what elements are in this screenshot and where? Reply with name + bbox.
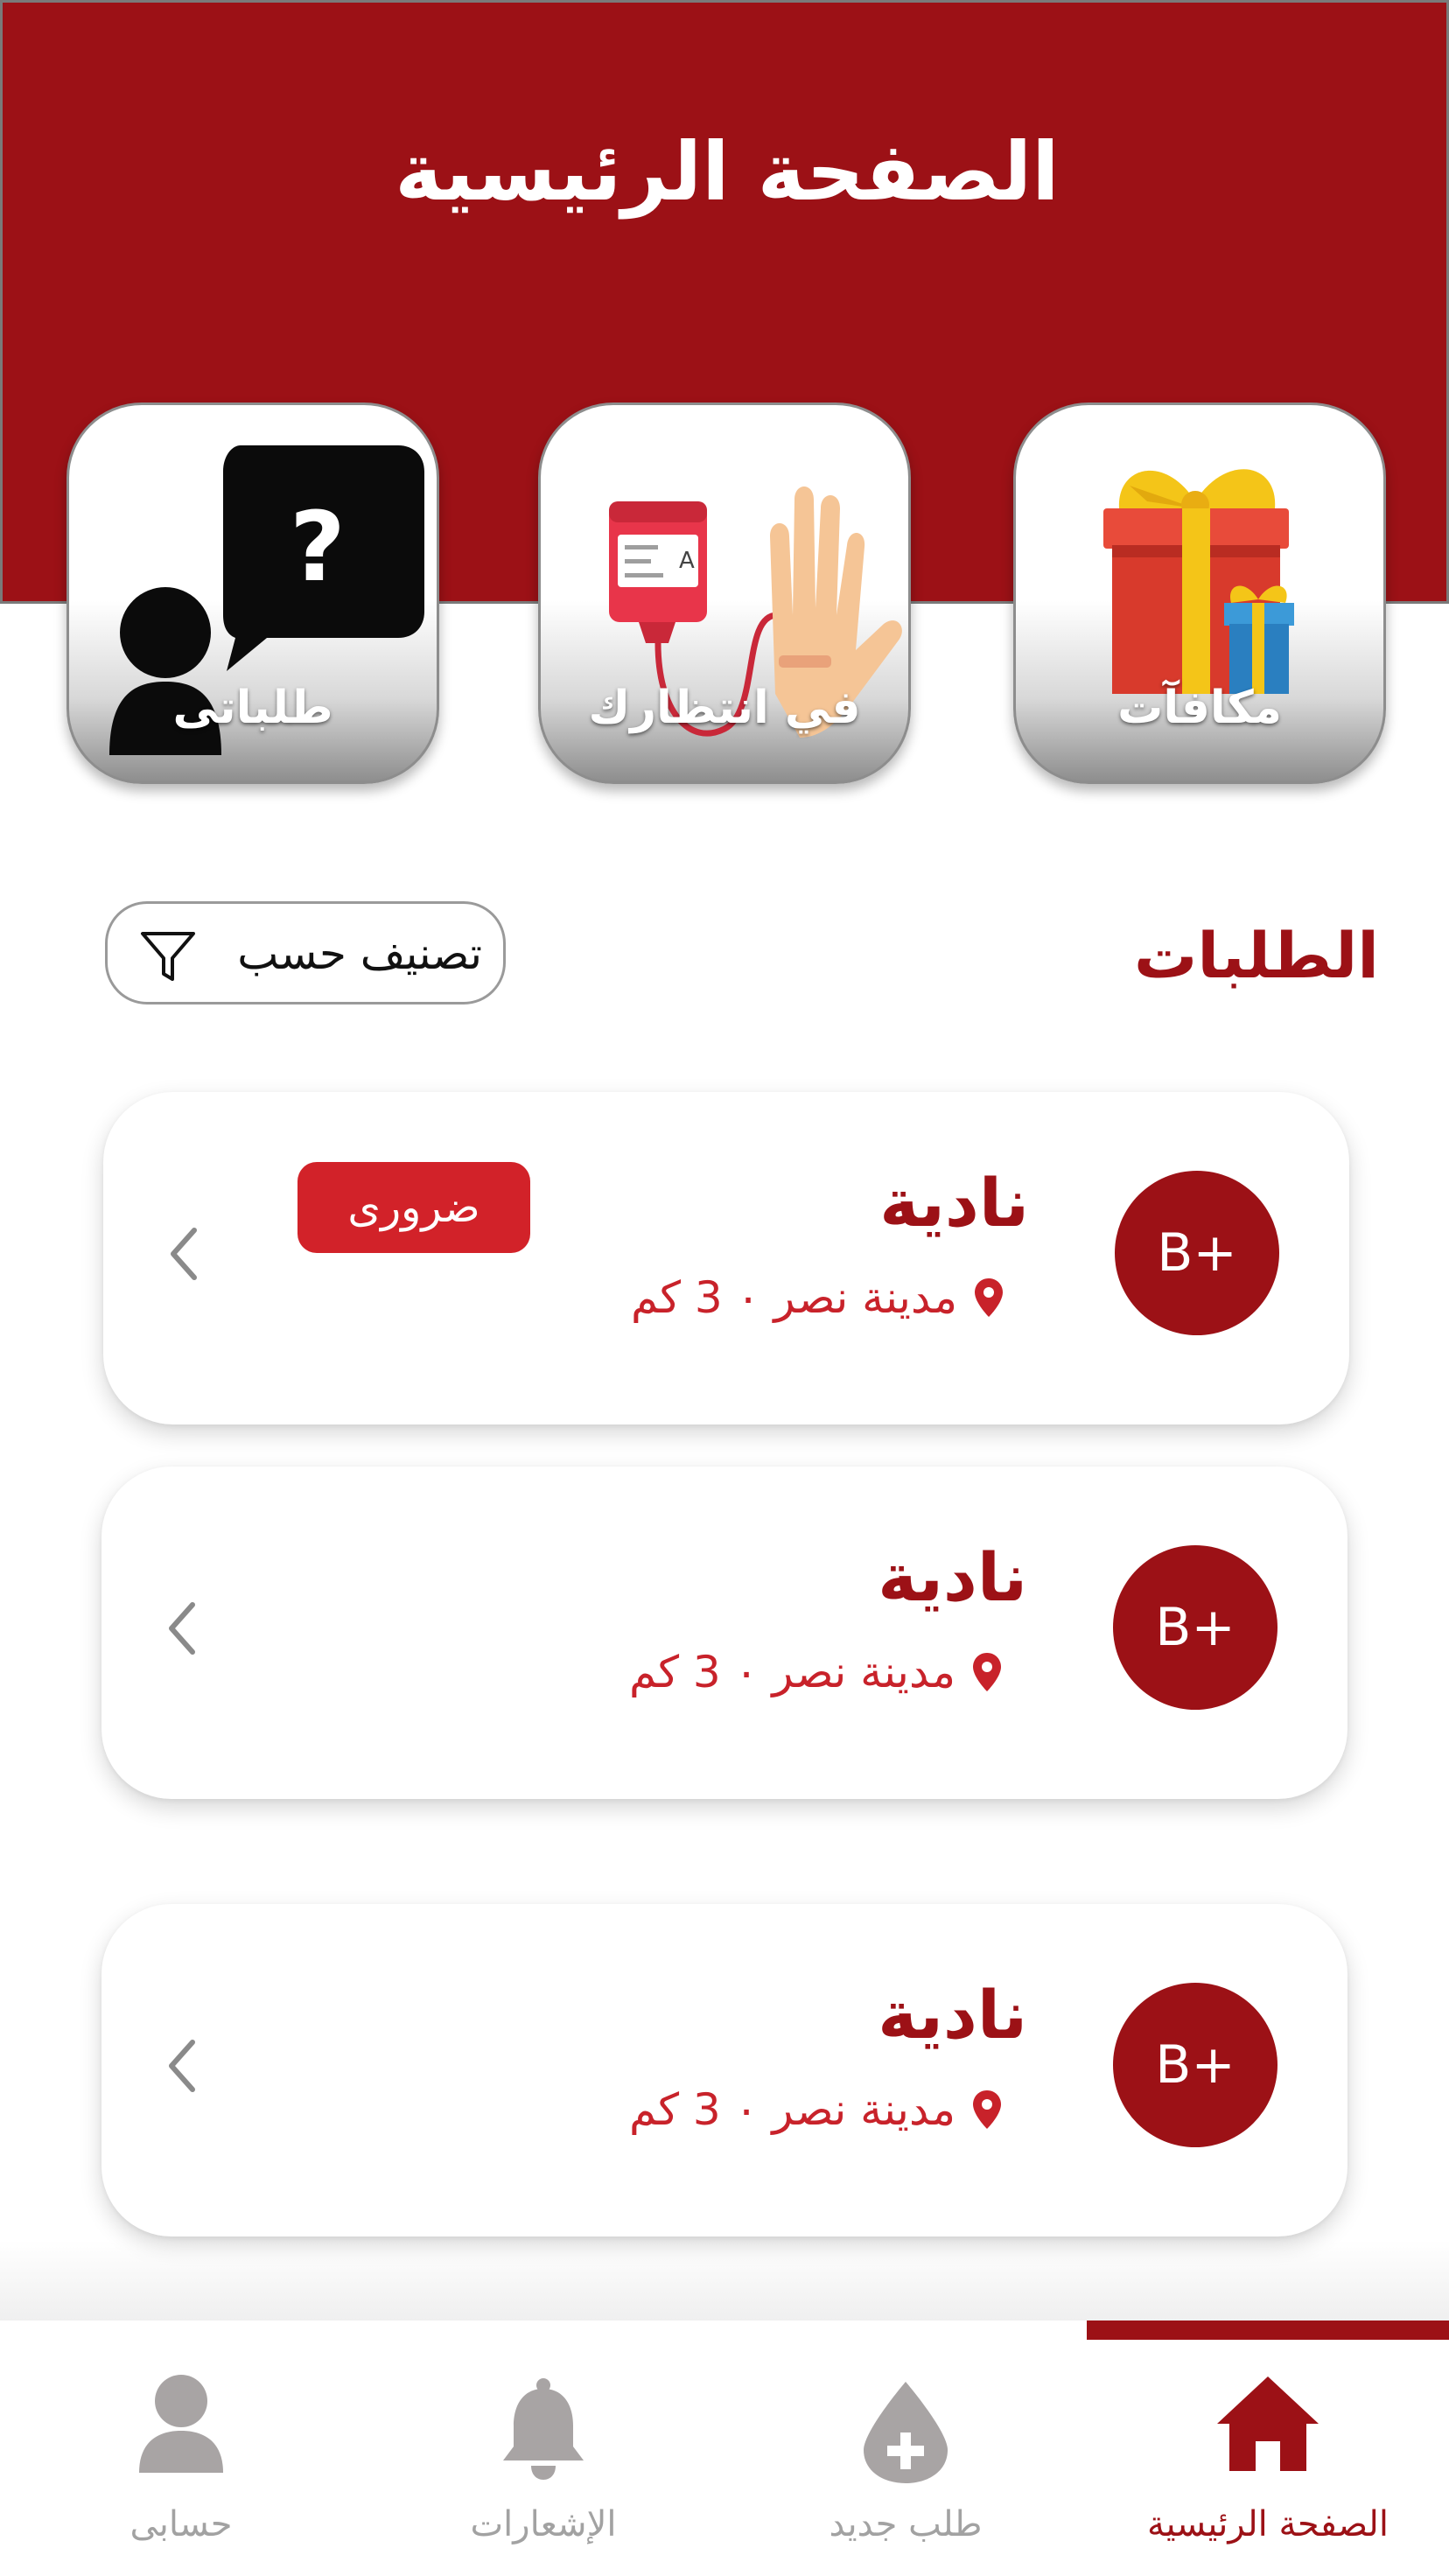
nav-label-new-request: طلب جديد [829,2504,983,2544]
chevron-left-icon[interactable] [166,1223,201,1284]
blood-type-badge: B+ [1113,1545,1278,1710]
home-icon [1217,2376,1319,2471]
nav-item-home[interactable]: الصفحة الرئيسية [1087,2320,1449,2576]
location-pin-icon [973,1653,1001,1691]
request-card[interactable]: B+ نادية مدينة نصر ٠ 3 كم ضرورى [103,1092,1349,1424]
tile-my-requests-label: طلباتى [172,682,333,734]
tile-rewards-label: مكافآت [1117,682,1282,734]
filter-icon [141,932,195,981]
user-icon [139,2375,223,2473]
requests-section-title: الطلبات [1133,919,1379,992]
bottom-nav: الصفحة الرئيسية طلب جديد الإشعارات حسابى [0,2320,1449,2576]
blood-drop-plus-icon [864,2382,948,2483]
nav-item-new-request[interactable]: طلب جديد [724,2320,1087,2576]
urgent-badge: ضرورى [298,1162,530,1253]
blood-type-badge: B+ [1113,1983,1278,2147]
nav-label-home: الصفحة الرئيسية [1147,2504,1389,2544]
nav-label-account: حسابى [130,2504,233,2544]
nav-item-account[interactable]: حسابى [0,2320,362,2576]
page-title: الصفحة الرئيسية [395,125,1060,219]
requester-name: نادية [879,1164,1029,1242]
location-row: مدينة نصر ٠ 3 كم [629,2084,1003,2135]
location-row: مدينة نصر ٠ 3 كم [631,1272,1004,1323]
tile-waiting-label: في انتظارك [588,682,861,734]
nav-item-notifications[interactable]: الإشعارات [362,2320,724,2576]
location-pin-icon [975,1278,1003,1317]
svg-text:A: A [679,548,695,574]
svg-text:?: ? [290,491,346,603]
sort-by-label: تصنيف حسب [237,928,482,979]
active-indicator [1087,2320,1449,2340]
tile-my-requests[interactable]: ? طلباتى [66,402,439,784]
requester-name: نادية [878,1976,1027,2054]
sort-by-button[interactable]: تصنيف حسب [105,901,506,1004]
blood-type-badge: B+ [1115,1171,1279,1335]
tile-waiting[interactable]: A في انتظارك [538,402,911,784]
request-card[interactable]: B+ نادية مدينة نصر ٠ 3 كم [102,1904,1348,2236]
location-text: مدينة نصر ٠ 3 كم [628,2084,956,2135]
request-card[interactable]: B+ نادية مدينة نصر ٠ 3 كم [102,1466,1348,1799]
chevron-left-icon[interactable] [164,1598,200,1659]
chevron-left-icon[interactable] [164,2035,200,2096]
location-row: مدينة نصر ٠ 3 كم [629,1647,1003,1698]
tile-rewards[interactable]: مكافآت [1013,402,1386,784]
location-pin-icon [973,2090,1001,2129]
requester-name: نادية [878,1538,1027,1616]
bell-icon [503,2378,584,2480]
nav-label-notifications: الإشعارات [470,2504,617,2544]
location-text: مدينة نصر ٠ 3 كم [628,1647,956,1698]
scroll-fade [0,2240,1449,2320]
location-text: مدينة نصر ٠ 3 كم [630,1272,957,1323]
